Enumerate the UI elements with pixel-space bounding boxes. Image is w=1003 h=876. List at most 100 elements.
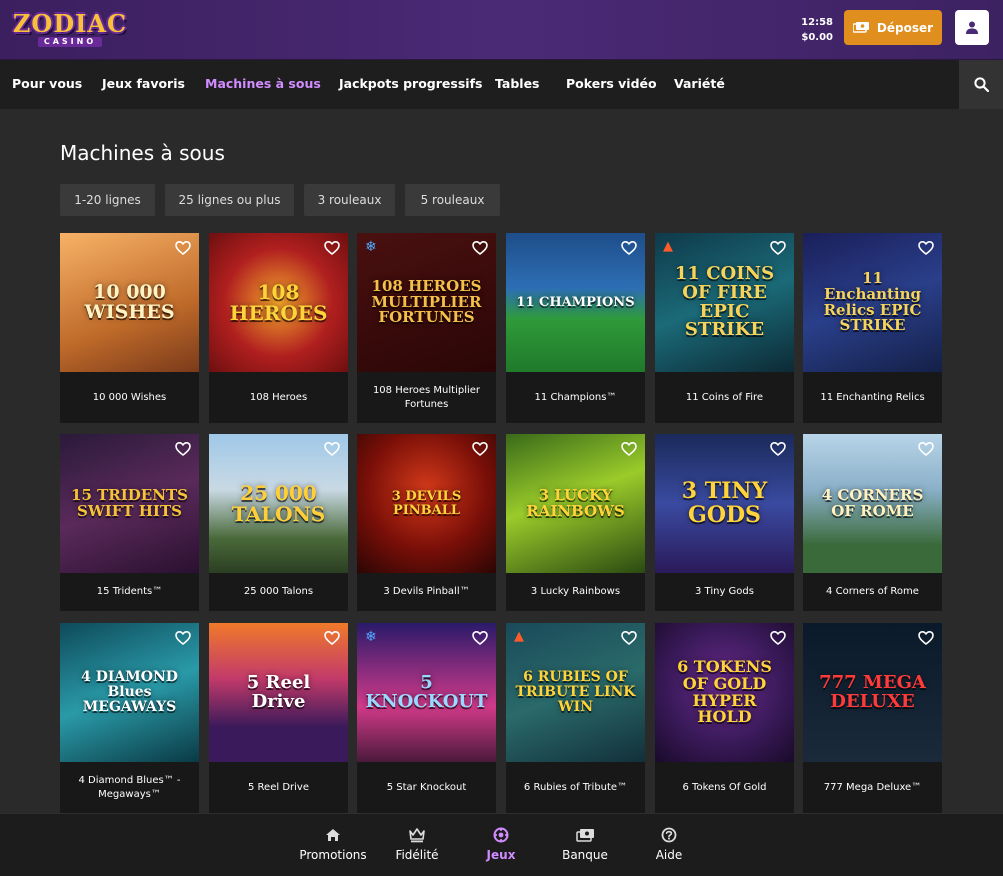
- balance-amount: $0.00: [801, 32, 833, 43]
- game-thumbnail-title: 5 KNOCKOUT: [365, 671, 488, 712]
- bottom-nav-jeux[interactable]: Jeux: [456, 826, 546, 862]
- favorite-heart-icon[interactable]: [472, 240, 488, 256]
- search-icon: [973, 77, 989, 92]
- game-thumbnail-title: 11 CHAMPIONS: [516, 294, 635, 310]
- game-tile[interactable]: 11 COINS OF FIRE EPIC STRIKE ▲ 11 Coins of…: [655, 233, 794, 423]
- filter-5-rouleaux[interactable]: 5 rouleaux: [405, 184, 500, 216]
- favorite-heart-icon[interactable]: [472, 441, 488, 457]
- favorite-heart-icon[interactable]: [621, 630, 637, 646]
- bottom-nav-aide[interactable]: Aide: [624, 826, 714, 862]
- nav-jackpots-progressifs[interactable]: Jackpots progressifs: [339, 60, 482, 109]
- game-name: 11 Enchanting Relics: [820, 391, 925, 403]
- nav-variete[interactable]: Variété: [674, 60, 725, 109]
- favorite-heart-icon[interactable]: [621, 441, 637, 457]
- game-tile[interactable]: 3 LUCKY RAINBOWS 3 Lucky Rainbows: [506, 434, 645, 611]
- deposit-label: Déposer: [876, 20, 934, 35]
- game-tile[interactable]: 5 Reel Drive 5 Reel Drive: [209, 623, 348, 813]
- game-thumbnail-title: 10 000 WISHES: [84, 280, 175, 323]
- snowflake-icon: ❄: [365, 239, 377, 255]
- logo-sub-text: CASINO: [37, 36, 103, 47]
- favorite-heart-icon[interactable]: [175, 240, 191, 256]
- filter-3-rouleaux[interactable]: 3 rouleaux: [304, 184, 395, 216]
- user-icon: [966, 21, 978, 34]
- zodiac-casino-logo[interactable]: ZODIAC CASINO: [12, 8, 128, 50]
- favorite-heart-icon[interactable]: [770, 630, 786, 646]
- page-title: Machines à sous: [60, 141, 225, 165]
- game-tile[interactable]: 10 000 WISHES 10 000 Wishes: [60, 233, 199, 423]
- game-thumbnail-title: 4 DIAMOND Blues MEGAWAYS: [81, 669, 178, 715]
- game-name: 108 Heroes Multiplier Fortunes: [372, 384, 481, 410]
- game-tile[interactable]: 6 RUBIES OF TRIBUTE LINK WIN ▲ 6 Rubies of…: [506, 623, 645, 813]
- top-header: ZODIAC CASINO 12:58 $0.00 Déposer: [0, 0, 1003, 60]
- game-name: 5 Star Knockout: [386, 781, 467, 793]
- chip-icon: [493, 827, 509, 843]
- account-button[interactable]: [955, 10, 989, 45]
- game-name: 5 Reel Drive: [248, 781, 309, 793]
- favorite-heart-icon[interactable]: [324, 630, 340, 646]
- game-name: 6 Tokens Of Gold: [682, 781, 767, 793]
- game-tile[interactable]: 4 DIAMOND Blues MEGAWAYS 4 Diamond Blues™…: [60, 623, 199, 813]
- game-thumbnail-title: 6 TOKENS OF GOLD HYPER HOLD: [677, 656, 772, 727]
- game-tile[interactable]: 15 TRIDENTS SWIFT HITS 15 Tridents™: [60, 434, 199, 611]
- snowflake-icon: ❄: [365, 629, 377, 645]
- game-thumbnail-title: 25 000 TALONS: [231, 480, 326, 526]
- category-nav: Pour vous Jeux favoris Machines à sous J…: [0, 60, 1003, 109]
- favorite-heart-icon[interactable]: [621, 240, 637, 256]
- game-tile[interactable]: 11 Enchanting Relics EPIC STRIKE 11 Encha…: [803, 233, 942, 423]
- game-tile[interactable]: 5 KNOCKOUT ❄ 5 Star Knockout: [357, 623, 496, 813]
- game-thumbnail-title: 15 TRIDENTS SWIFT HITS: [71, 485, 188, 520]
- game-tile[interactable]: 777 MEGA DELUXE 777 Mega Deluxe™: [803, 623, 942, 813]
- nav-machines-a-sous[interactable]: Machines à sous: [205, 60, 321, 109]
- bottom-nav-banque[interactable]: Banque: [540, 826, 630, 862]
- game-thumbnail-title: 777 MEGA DELUXE: [819, 671, 926, 712]
- game-tile[interactable]: 25 000 TALONS 25 000 Talons: [209, 434, 348, 611]
- favorite-heart-icon[interactable]: [175, 630, 191, 646]
- favorite-heart-icon[interactable]: [770, 240, 786, 256]
- deposit-button[interactable]: Déposer: [844, 10, 942, 45]
- nav-jeux-favoris[interactable]: Jeux favoris: [102, 60, 185, 109]
- game-tile[interactable]: 11 CHAMPIONS 11 Champions™: [506, 233, 645, 423]
- logo-main-text: ZODIAC: [12, 8, 128, 38]
- search-button[interactable]: [959, 60, 1003, 109]
- nav-pokers-video[interactable]: Pokers vidéo: [566, 60, 657, 109]
- game-name: 25 000 Talons: [243, 586, 314, 597]
- game-name: 11 Coins of Fire: [685, 391, 764, 403]
- favorite-heart-icon[interactable]: [918, 441, 934, 457]
- favorite-heart-icon[interactable]: [472, 630, 488, 646]
- bottom-nav-label: Promotions: [299, 848, 367, 862]
- game-tile[interactable]: 3 DEVILS PINBALL 3 Devils Pinball™: [357, 434, 496, 611]
- game-tile[interactable]: 108 HEROES MULTIPLIER FORTUNES ❄ 108 Heroe…: [357, 233, 496, 423]
- game-thumbnail-title: 108 HEROES MULTIPLIER FORTUNES: [371, 276, 482, 327]
- time-balance: 12:58 $0.00: [801, 15, 833, 45]
- game-thumbnail-title: 3 DEVILS PINBALL: [391, 488, 462, 518]
- bottom-nav: Promotions Fidélité Jeux Banque Aide: [0, 813, 1003, 876]
- bottom-nav-label: Aide: [655, 848, 683, 862]
- favorite-heart-icon[interactable]: [918, 630, 934, 646]
- favorite-heart-icon[interactable]: [324, 441, 340, 457]
- bottom-nav-label: Fidélité: [395, 848, 439, 862]
- bottom-nav-label: Banque: [562, 848, 608, 862]
- filter-25-lignes-ou-plus[interactable]: 25 lignes ou plus: [165, 184, 294, 216]
- favorite-heart-icon[interactable]: [324, 240, 340, 256]
- game-thumbnail-title: 6 RUBIES OF TRIBUTE LINK WIN: [515, 669, 636, 715]
- game-tile[interactable]: 108 HEROES 108 Heroes: [209, 233, 348, 423]
- nav-pour-vous[interactable]: Pour vous: [12, 60, 82, 109]
- game-name: 3 Lucky Rainbows: [530, 586, 621, 597]
- game-name: 3 Tiny Gods: [695, 586, 754, 597]
- filter-1-20-lignes[interactable]: 1-20 lignes: [60, 184, 155, 216]
- game-tile[interactable]: 6 TOKENS OF GOLD HYPER HOLD 6 Tokens Of G…: [655, 623, 794, 813]
- game-thumbnail-title: 11 Enchanting Relics EPIC STRIKE: [823, 269, 922, 335]
- bottom-nav-fidelite[interactable]: Fidélité: [372, 826, 462, 862]
- game-tile[interactable]: 4 CORNERS OF ROME 4 Corners of Rome: [803, 434, 942, 611]
- game-name: 3 Devils Pinball™: [383, 586, 470, 597]
- game-name: 15 Tridents™: [96, 586, 163, 597]
- clock-time: 12:58: [801, 17, 833, 28]
- nav-tables[interactable]: Tables: [495, 60, 540, 109]
- favorite-heart-icon[interactable]: [770, 441, 786, 457]
- home-icon: [326, 829, 340, 841]
- favorite-heart-icon[interactable]: [918, 240, 934, 256]
- game-tile[interactable]: 3 TINY GODS 3 Tiny Gods: [655, 434, 794, 611]
- bottom-nav-promotions[interactable]: Promotions: [288, 826, 378, 862]
- game-name: 777 Mega Deluxe™: [823, 781, 922, 793]
- favorite-heart-icon[interactable]: [175, 441, 191, 457]
